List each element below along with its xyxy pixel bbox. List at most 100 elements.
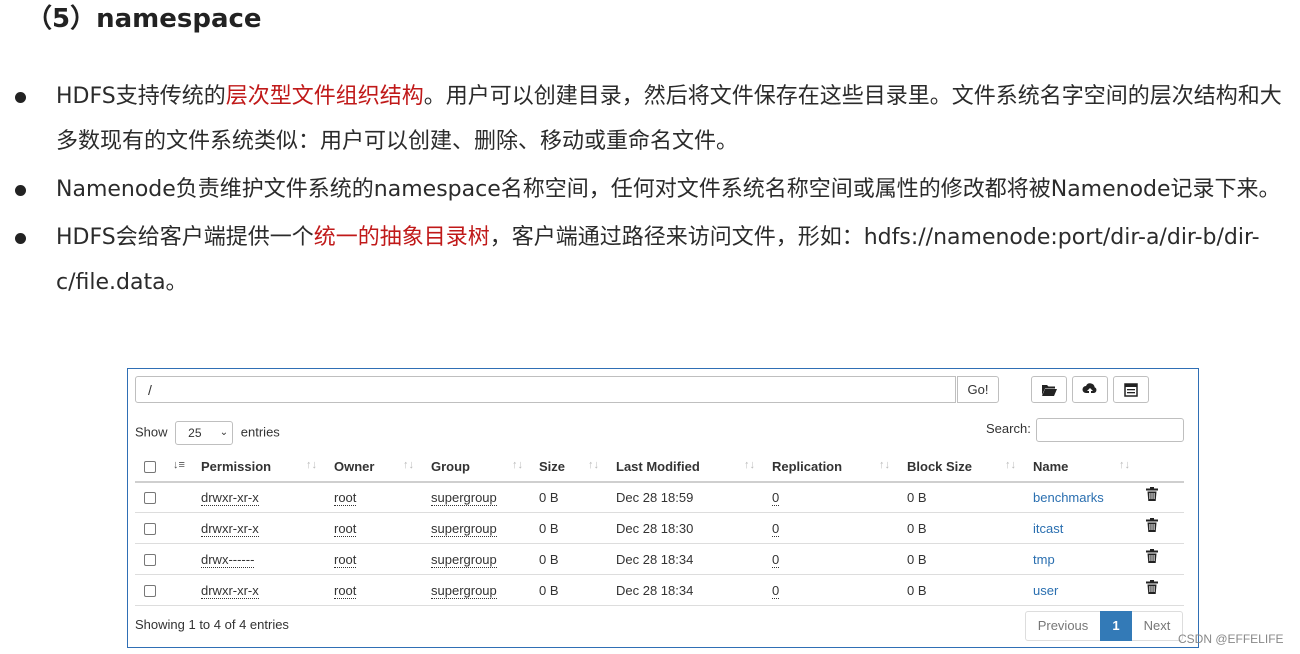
modified-cell: Dec 28 18:34 (616, 552, 694, 567)
column-permission[interactable]: Permission (201, 459, 271, 474)
column-owner[interactable]: Owner (334, 459, 374, 474)
sort-icon[interactable]: ↑↓ (512, 459, 523, 471)
search-control: Search: (986, 418, 1184, 442)
next-button[interactable]: Next (1132, 612, 1182, 640)
entries-select[interactable]: 25 ⌄ (175, 421, 234, 445)
size-cell: 0 B (539, 490, 559, 505)
folder-open-icon (1042, 384, 1057, 396)
column-block-size[interactable]: Block Size (907, 459, 972, 474)
size-cell: 0 B (539, 583, 559, 598)
permission-cell[interactable]: drwxr-xr-x (201, 583, 259, 599)
modified-cell: Dec 28 18:34 (616, 583, 694, 598)
trash-icon[interactable] (1146, 549, 1158, 566)
select-all-checkbox[interactable] (144, 461, 156, 473)
row-checkbox[interactable] (144, 523, 156, 535)
column-group[interactable]: Group (431, 459, 470, 474)
table-row: drwxr-xr-x root supergroup 0 B Dec 28 18… (135, 575, 1184, 606)
block-size-cell: 0 B (907, 552, 927, 567)
chevron-down-icon: ⌄ (219, 427, 229, 438)
table-info: Showing 1 to 4 of 4 entries (135, 617, 289, 632)
permission-cell[interactable]: drwxr-xr-x (201, 521, 259, 537)
table-row: drwxr-xr-x root supergroup 0 B Dec 28 18… (135, 513, 1184, 544)
sort-icon[interactable]: ↑↓ (1119, 459, 1130, 471)
trash-icon[interactable] (1146, 518, 1158, 535)
sort-icon[interactable]: ↑↓ (1005, 459, 1016, 471)
sort-icon[interactable]: ↑↓ (744, 459, 755, 471)
bullet-dot (15, 92, 26, 103)
watermark: CSDN @EFFELIFE (1178, 632, 1284, 646)
block-size-cell: 0 B (907, 490, 927, 505)
sort-icon[interactable]: ↑↓ (403, 459, 414, 471)
bullet-item: Namenode负责维护文件系统的namespace名称空间，任何对文件系统名称… (0, 167, 1300, 212)
column-name[interactable]: Name (1033, 459, 1068, 474)
bullet-item: HDFS支持传统的层次型文件组织结构。用户可以创建目录，然后将文件保存在这些目录… (0, 74, 1300, 164)
column-last-modified[interactable]: Last Modified (616, 459, 700, 474)
column-replication[interactable]: Replication (772, 459, 842, 474)
table-row: drwxr-xr-x root supergroup 0 B Dec 28 18… (135, 482, 1184, 513)
previous-button[interactable]: Previous (1026, 612, 1100, 640)
owner-cell[interactable]: root (334, 583, 357, 599)
page-button[interactable]: 1 (1100, 611, 1132, 641)
table-row: drwx------ root supergroup 0 B Dec 28 18… (135, 544, 1184, 575)
replication-cell[interactable]: 0 (772, 521, 780, 537)
name-link[interactable]: tmp (1033, 552, 1055, 567)
replication-cell[interactable]: 0 (772, 552, 780, 568)
path-value: / (148, 382, 152, 398)
permission-cell[interactable]: drwxr-xr-x (201, 490, 259, 506)
name-link[interactable]: user (1033, 583, 1058, 598)
pagination: Previous 1 Next (1025, 611, 1183, 641)
bullet-text: Namenode负责维护文件系统的namespace名称空间，任何对文件系统名称… (56, 177, 1281, 202)
name-link[interactable]: benchmarks (1033, 490, 1104, 505)
section-heading: （5）namespace (26, 4, 262, 34)
row-checkbox[interactable] (144, 585, 156, 597)
owner-cell[interactable]: root (334, 552, 357, 568)
group-cell[interactable]: supergroup (431, 490, 497, 506)
bullet-text: HDFS支持传统的 (56, 84, 226, 109)
bullet-dot (15, 185, 26, 196)
cut-paste-button[interactable] (1113, 376, 1149, 403)
hdfs-browser-panel: / Go! Show 25 ⌄ entries Search: ↓≡ Permis… (127, 368, 1199, 648)
sort-icon[interactable]: ↑↓ (588, 459, 599, 471)
clipboard-icon (1124, 382, 1138, 397)
show-label: Show (135, 424, 168, 440)
go-button[interactable]: Go! (957, 376, 999, 403)
bullet-dot (15, 233, 26, 244)
entries-label: entries (240, 424, 280, 440)
create-directory-button[interactable] (1031, 376, 1067, 403)
block-size-cell: 0 B (907, 521, 927, 536)
group-cell[interactable]: supergroup (431, 552, 497, 568)
search-label: Search: (986, 421, 1031, 436)
replication-cell[interactable]: 0 (772, 583, 780, 599)
owner-cell[interactable]: root (334, 521, 357, 537)
search-input[interactable] (1036, 418, 1184, 442)
upload-icon (1082, 382, 1097, 396)
name-link[interactable]: itcast (1033, 521, 1063, 536)
modified-cell: Dec 28 18:30 (616, 521, 694, 536)
group-cell[interactable]: supergroup (431, 521, 497, 537)
table-header: ↓≡ Permission ↑↓ Owner ↑↓ Group ↑↓ Size … (135, 451, 1184, 483)
size-cell: 0 B (539, 521, 559, 536)
sort-icon[interactable]: ↑↓ (879, 459, 890, 471)
trash-icon[interactable] (1146, 580, 1158, 597)
bullet-highlight: 层次型文件组织结构 (225, 84, 424, 109)
column-size[interactable]: Size (539, 459, 565, 474)
entries-select-value: 25 (188, 426, 202, 440)
path-input[interactable]: / (135, 376, 956, 403)
permission-cell[interactable]: drwx------ (201, 552, 255, 568)
sort-icon[interactable]: ↓≡ (173, 459, 185, 471)
upload-button[interactable] (1072, 376, 1108, 403)
owner-cell[interactable]: root (334, 490, 357, 506)
replication-cell[interactable]: 0 (772, 490, 780, 506)
block-size-cell: 0 B (907, 583, 927, 598)
row-checkbox[interactable] (144, 492, 156, 504)
entries-length-control: Show 25 ⌄ entries (135, 421, 280, 445)
bullet-item: HDFS会给客户端提供一个统一的抽象目录树，客户端通过路径来访问文件，形如：hd… (0, 215, 1300, 305)
bullet-highlight: 统一的抽象目录树 (313, 225, 490, 250)
size-cell: 0 B (539, 552, 559, 567)
row-checkbox[interactable] (144, 554, 156, 566)
group-cell[interactable]: supergroup (431, 583, 497, 599)
sort-icon[interactable]: ↑↓ (306, 459, 317, 471)
modified-cell: Dec 28 18:59 (616, 490, 694, 505)
trash-icon[interactable] (1146, 487, 1158, 504)
bullet-list: HDFS支持传统的层次型文件组织结构。用户可以创建目录，然后将文件保存在这些目录… (0, 74, 1300, 308)
